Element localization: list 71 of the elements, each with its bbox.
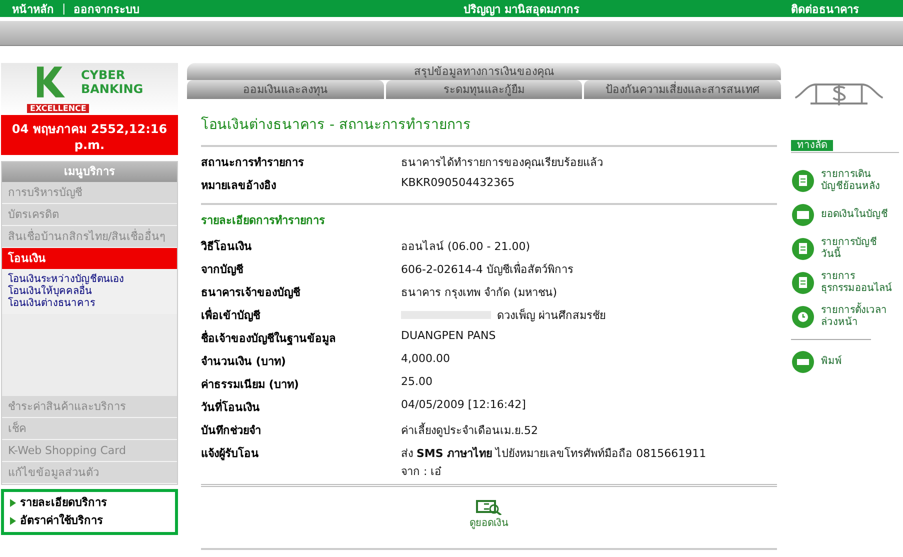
- field-label: ธนาคารเจ้าของบัญชี: [201, 285, 302, 301]
- field-value: 606-2-02614-4 บัญชีเพื่อสัตว์พิการ: [401, 260, 574, 278]
- field-label: เพื่อเข้าบัญชี: [201, 306, 262, 324]
- shortcut-link[interactable]: รายการบัญชี วันนี้: [791, 237, 899, 261]
- submenu-link[interactable]: โอนเงินให้บุคคลอื่น: [8, 286, 171, 298]
- field-value: ค่าเลี้ยงดูประจำเดือนเม.ย.52: [401, 422, 538, 439]
- shortcut-label: ทางลัด: [791, 140, 833, 151]
- menu-item[interactable]: เช็ค: [2, 418, 177, 440]
- top-link[interactable]: หน้าหลัก: [12, 0, 54, 18]
- menu-item[interactable]: บัตรเครดิต: [2, 204, 177, 226]
- menu-item[interactable]: การบริหารบัญชี: [2, 182, 177, 204]
- field-value: ส่ง SMS ภาษาไทย ไปยังหมายเลขโทรศัพท์มือถือ 0815661911: [401, 446, 706, 462]
- field-value: ออนไลน์ (06.00 - 21.00): [401, 239, 530, 255]
- field-label: หมายเลขอ้างอิง: [201, 178, 277, 194]
- field-value: DUANGPEN PANS: [401, 329, 496, 342]
- shortcut-link[interactable]: รายการ ธุรกรรมออนไลน์: [791, 271, 899, 295]
- contact-link[interactable]: ติดต่อธนาคาร: [791, 0, 899, 18]
- shortcut-link[interactable]: รายการเดิน บัญชีย้อนหลัง: [791, 169, 899, 193]
- field-value: 4,000.00: [401, 352, 450, 365]
- field-label: แจ้งผู้รับโอน: [201, 446, 260, 462]
- field-label: บันทึกช่วยจำ: [201, 423, 262, 439]
- view-balance-button[interactable]: ดูยอดเงิน: [470, 499, 508, 530]
- tab[interactable]: ออมเงินและลงทุน: [187, 80, 384, 99]
- tab-header[interactable]: สรุปข้อมูลทางการเงินของคุณ: [187, 63, 781, 80]
- field-value: 25.00: [401, 375, 432, 388]
- document-icon: [791, 237, 815, 261]
- shortcut-link[interactable]: รายการตั้งเวลา ล่วงหน้า: [791, 305, 899, 329]
- user-name: ปริญญา มานิสอุดมภากร: [464, 2, 580, 18]
- bullet-icon: [10, 517, 16, 525]
- date-time: 04 พฤษภาคม 2552,12:16 p.m.: [1, 115, 178, 155]
- info-link[interactable]: รายละเอียดบริการ: [10, 495, 169, 511]
- print-link[interactable]: พิมพ์: [791, 350, 899, 374]
- field-value: ธนาคาร กรุงเทพ จำกัด (มหาชน): [401, 285, 558, 301]
- tab[interactable]: ระดมทุนและกู้ยืม: [386, 80, 582, 99]
- menu-item[interactable]: โอนเงิน: [2, 248, 177, 270]
- field-value: ดวงเพ็ญ ผ่านศึกสมรชัย: [497, 307, 606, 324]
- submenu-link[interactable]: โอนเงินระหว่างบัญชีตนเอง: [8, 274, 171, 286]
- logo-tagline: EXCELLENCE: [27, 104, 90, 113]
- field-label: จำนวนเงิน (บาท): [201, 354, 287, 370]
- clock-icon: [791, 305, 815, 329]
- field-label: สถานะการทำรายการ: [201, 155, 305, 171]
- money-search-icon: [476, 499, 502, 515]
- bullet-icon: [10, 499, 16, 507]
- logo-text: BANKING: [81, 82, 144, 96]
- menu-item[interactable]: K-Web Shopping Card: [2, 440, 177, 462]
- money-icon: [791, 203, 815, 227]
- field-value: 04/05/2009 [12:16:42]: [401, 398, 526, 411]
- document-icon: [791, 169, 815, 193]
- field-value: KBKR090504432365: [401, 176, 515, 189]
- menu-item[interactable]: สินเชื่อบ้านกสิกรไทย/สินเชื่ออื่นๆ: [2, 226, 177, 248]
- info-link[interactable]: อัตราค่าใช้บริการ: [10, 513, 169, 529]
- page-title: โอนเงินต่างธนาคาร - สถานะการทำรายการ: [201, 116, 472, 135]
- submenu-link[interactable]: โอนเงินต่างธนาคาร: [8, 298, 171, 310]
- field-label: วันที่โอนเงิน: [201, 398, 261, 416]
- document-icon: [791, 271, 815, 295]
- field-label: ชื่อเจ้าของบัญชีในฐานข้อมูล: [201, 329, 337, 347]
- top-link[interactable]: ออกจากระบบ: [74, 0, 140, 18]
- menu-item[interactable]: ชำระค่าสินค้าและบริการ: [2, 396, 177, 418]
- menu-title: เมนูบริการ: [2, 162, 177, 182]
- section-title: รายละเอียดการทำรายการ: [201, 213, 326, 229]
- field-label: ค่าธรรมเนียม (บาท): [201, 377, 300, 393]
- field-label: จากบัญชี: [201, 262, 244, 278]
- tab[interactable]: ป้องกันความเสี่ยงและสารสนเทศ: [584, 80, 782, 99]
- field-value: ธนาคารได้ทำรายการของคุณเรียบร้อยแล้ว: [401, 155, 603, 171]
- menu-item[interactable]: แก้ไขข้อมูลส่วนตัว: [2, 462, 177, 484]
- logo-text: CYBER: [81, 68, 126, 82]
- field-label: วิธีโอนเงิน: [201, 238, 253, 255]
- field-value: จาก : เอ๋: [401, 464, 442, 480]
- shortcut-link[interactable]: ยอดเงินในบัญชี: [791, 203, 899, 227]
- printer-icon: [791, 350, 815, 374]
- separator: |: [62, 2, 66, 15]
